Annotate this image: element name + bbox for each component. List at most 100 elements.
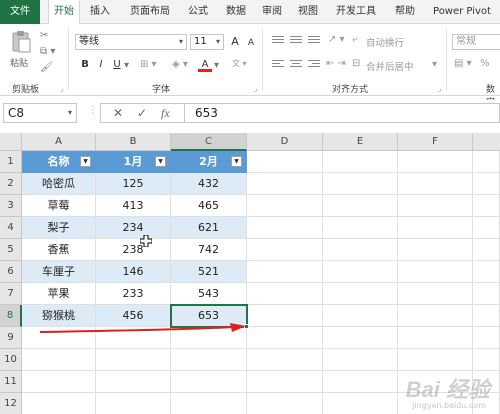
column-header-g[interactable] xyxy=(473,133,500,151)
accounting-format-icon[interactable]: ▤ ▾ xyxy=(454,58,472,69)
row-header-11[interactable]: 11 xyxy=(0,371,22,393)
filter-dropdown-icon[interactable]: ▼ xyxy=(80,156,91,167)
tab-home[interactable]: 开始 xyxy=(48,0,80,25)
table-cell[interactable]: 125 xyxy=(96,173,171,195)
table-cell[interactable]: 742 xyxy=(171,239,247,261)
empty-cell[interactable] xyxy=(398,173,473,195)
empty-cell[interactable] xyxy=(22,349,96,371)
font-name-combo[interactable]: 等线 ▾ xyxy=(75,34,187,50)
font-color-button[interactable]: A xyxy=(198,57,212,72)
empty-cell[interactable] xyxy=(247,327,323,349)
empty-cell[interactable] xyxy=(323,327,398,349)
decrease-font-size-button[interactable]: A xyxy=(244,35,258,51)
tab-page-layout[interactable]: 页面布局 xyxy=(122,0,178,24)
table-cell[interactable]: 465 xyxy=(171,195,247,217)
empty-cell[interactable] xyxy=(247,283,323,305)
empty-cell[interactable] xyxy=(323,371,398,393)
clipboard-launcher-icon[interactable]: ⌟ xyxy=(60,85,63,93)
empty-cell[interactable] xyxy=(247,349,323,371)
empty-cell[interactable] xyxy=(473,151,500,173)
table-header-cell[interactable]: 1月 ▼ xyxy=(96,151,171,173)
table-cell[interactable]: 543 xyxy=(171,283,247,305)
tab-help[interactable]: 帮助 xyxy=(390,0,420,24)
paste-icon[interactable] xyxy=(10,30,32,54)
empty-cell[interactable] xyxy=(22,371,96,393)
empty-cell[interactable] xyxy=(323,283,398,305)
align-left-icon[interactable] xyxy=(272,60,284,70)
empty-cell[interactable] xyxy=(323,239,398,261)
empty-cell[interactable] xyxy=(398,261,473,283)
table-cell[interactable]: 香蕉 xyxy=(22,239,96,261)
empty-cell[interactable] xyxy=(323,305,398,327)
merge-icon[interactable]: ⊟ xyxy=(352,58,360,69)
empty-cell[interactable] xyxy=(247,239,323,261)
table-cell[interactable]: 草莓 xyxy=(22,195,96,217)
formula-input[interactable]: 653 xyxy=(184,103,500,123)
empty-cell[interactable] xyxy=(247,195,323,217)
empty-cell[interactable] xyxy=(96,371,171,393)
empty-cell[interactable] xyxy=(398,195,473,217)
wrap-text-button[interactable]: 自动换行 xyxy=(366,35,404,49)
bold-button[interactable]: B xyxy=(78,57,92,73)
empty-cell[interactable] xyxy=(473,349,500,371)
row-header-6[interactable]: 6 xyxy=(0,261,22,283)
empty-cell[interactable] xyxy=(96,349,171,371)
row-header-12[interactable]: 12 xyxy=(0,393,22,414)
fill-color-icon[interactable]: ◈ ▾ xyxy=(172,59,188,70)
align-center-icon[interactable] xyxy=(290,60,302,70)
empty-cell[interactable] xyxy=(473,327,500,349)
column-header-c[interactable]: C xyxy=(171,133,247,151)
table-cell[interactable]: 621 xyxy=(171,217,247,239)
empty-cell[interactable] xyxy=(323,349,398,371)
align-bottom-icon[interactable] xyxy=(308,36,320,46)
empty-cell[interactable] xyxy=(473,261,500,283)
align-top-icon[interactable] xyxy=(272,36,284,46)
empty-cell[interactable] xyxy=(247,371,323,393)
filter-dropdown-icon[interactable]: ▼ xyxy=(155,156,166,167)
empty-cell[interactable] xyxy=(473,283,500,305)
row-header-1[interactable]: 1 xyxy=(0,151,22,173)
font-size-combo[interactable]: 11 ▾ xyxy=(190,34,224,50)
column-header-a[interactable]: A xyxy=(22,133,96,151)
empty-cell[interactable] xyxy=(398,239,473,261)
underline-button[interactable]: U xyxy=(110,57,124,73)
empty-cell[interactable] xyxy=(398,283,473,305)
empty-cell[interactable] xyxy=(398,349,473,371)
empty-cell[interactable] xyxy=(171,349,247,371)
chevron-down-icon[interactable]: ▾ xyxy=(432,59,437,70)
empty-cell[interactable] xyxy=(247,261,323,283)
empty-cell[interactable] xyxy=(473,239,500,261)
row-header-7[interactable]: 7 xyxy=(0,283,22,305)
empty-cell[interactable] xyxy=(171,371,247,393)
italic-button[interactable]: I xyxy=(94,57,108,73)
tab-formulas[interactable]: 公式 xyxy=(182,0,214,24)
row-header-10[interactable]: 10 xyxy=(0,349,22,371)
cancel-icon[interactable]: ✕ xyxy=(113,106,123,120)
tab-data[interactable]: 数据 xyxy=(220,0,252,24)
resize-handle-icon[interactable]: ⋮ xyxy=(88,105,98,116)
copy-icon[interactable]: ⧉ ▾ xyxy=(40,46,55,57)
empty-cell[interactable] xyxy=(398,327,473,349)
empty-cell[interactable] xyxy=(473,173,500,195)
merge-center-button[interactable]: 合并后居中 xyxy=(366,59,414,73)
font-launcher-icon[interactable]: ⌟ xyxy=(254,85,257,93)
row-header-9[interactable]: 9 xyxy=(0,327,22,349)
table-cell[interactable]: 车厘子 xyxy=(22,261,96,283)
empty-cell[interactable] xyxy=(247,151,323,173)
empty-cell[interactable] xyxy=(247,173,323,195)
tab-view[interactable]: 视图 xyxy=(292,0,324,24)
tab-file[interactable]: 文件 xyxy=(0,0,40,24)
wrap-text-icon[interactable]: ⤶ xyxy=(352,34,358,45)
tab-power-pivot[interactable]: Power Pivot xyxy=(428,0,496,24)
select-all-button[interactable] xyxy=(0,133,22,151)
empty-cell[interactable] xyxy=(473,217,500,239)
table-cell[interactable]: 苹果 xyxy=(22,283,96,305)
empty-cell[interactable] xyxy=(22,393,96,414)
enter-icon[interactable]: ✓ xyxy=(137,106,147,120)
tab-developer[interactable]: 开发工具 xyxy=(330,0,382,24)
chevron-down-icon[interactable]: ▾ xyxy=(68,104,72,122)
paste-button-label[interactable]: 粘贴 xyxy=(10,56,28,69)
table-cell[interactable]: 233 xyxy=(96,283,171,305)
row-header-2[interactable]: 2 xyxy=(0,173,22,195)
empty-cell[interactable] xyxy=(323,151,398,173)
